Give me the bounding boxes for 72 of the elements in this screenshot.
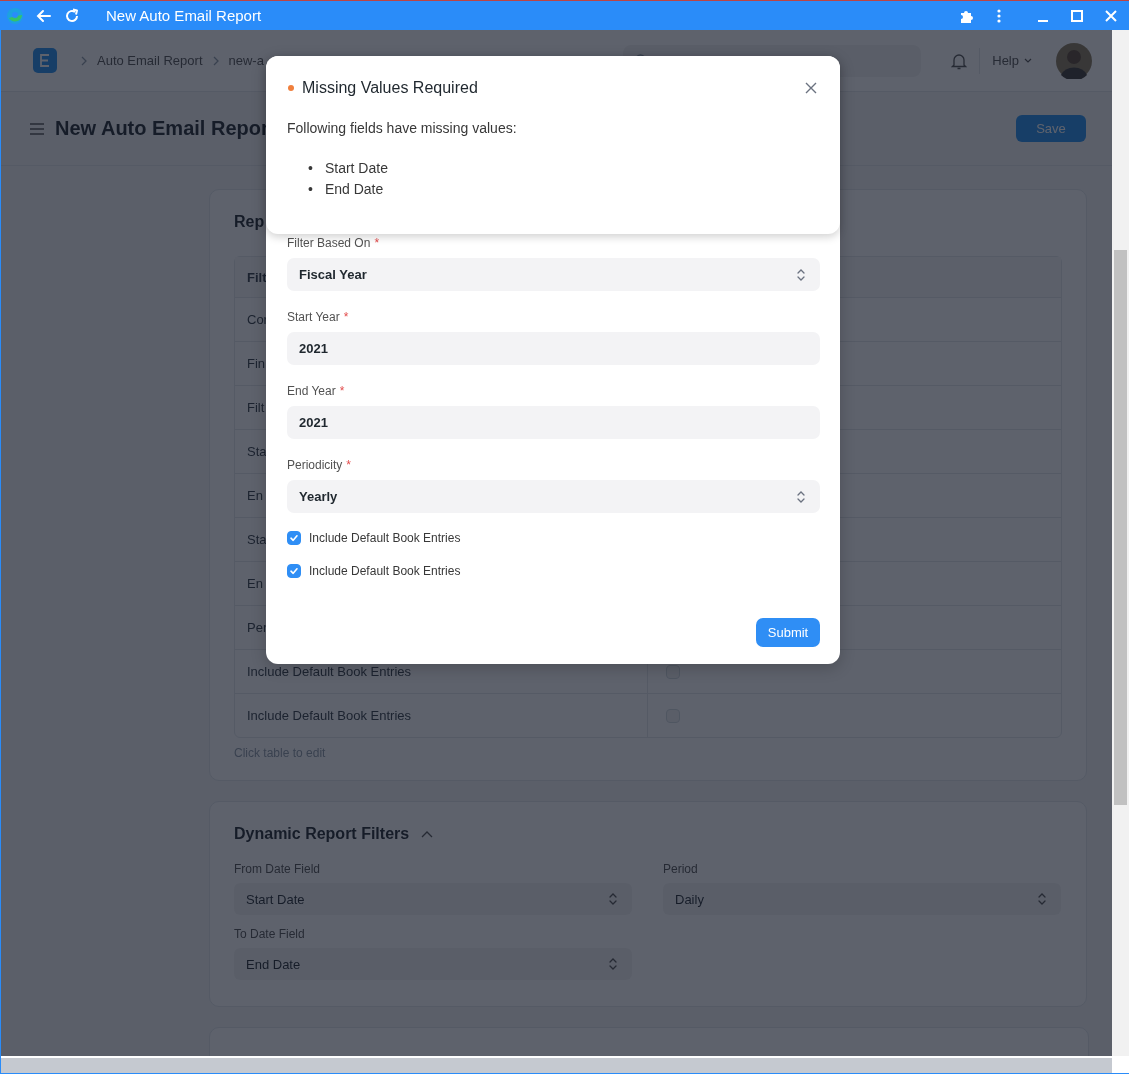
- field-label: From Date Field: [234, 862, 322, 876]
- checkmark-icon: [289, 533, 299, 543]
- table-cell: Filt: [247, 400, 265, 415]
- bullet: •: [308, 180, 313, 199]
- field-label: To Date Field: [234, 927, 306, 941]
- indicator-dot: [288, 85, 294, 91]
- chevron-right-icon: [212, 55, 219, 66]
- notification-bell-icon[interactable]: [951, 51, 968, 70]
- checkbox[interactable]: [287, 564, 301, 578]
- more-icon[interactable]: [997, 7, 1001, 24]
- checkmark-icon: [289, 566, 299, 576]
- caret-down-icon: [1024, 58, 1032, 63]
- required-mark: *: [346, 458, 352, 473]
- select-field[interactable]: Yearly: [287, 480, 820, 513]
- user-avatar[interactable]: [1056, 42, 1092, 79]
- list-item: Start Date: [324, 159, 388, 178]
- reload-icon[interactable]: [64, 7, 80, 24]
- select-field[interactable]: Start Date: [234, 883, 632, 915]
- input-field[interactable]: 2021: [287, 406, 820, 439]
- up-down-chevron-icon: [1037, 892, 1047, 906]
- table-cell: En: [247, 488, 263, 503]
- help-menu[interactable]: Help: [992, 53, 1032, 68]
- page-title: New Auto Email Repor: [55, 117, 269, 140]
- breadcrumb-link[interactable]: new-a: [228, 53, 264, 68]
- field-label: Periodicity: [287, 458, 343, 473]
- select-field[interactable]: Fiscal Year: [287, 258, 820, 291]
- chevron-right-icon: [81, 55, 87, 66]
- list-item: End Date: [324, 180, 384, 199]
- back-icon[interactable]: [36, 7, 52, 24]
- up-down-chevron-icon: [796, 489, 806, 504]
- dialog-title: Missing Values Required: [302, 79, 479, 97]
- vertical-scrollbar[interactable]: [1112, 30, 1129, 1056]
- up-down-chevron-icon: [608, 892, 618, 906]
- select-field[interactable]: End Date: [234, 948, 632, 980]
- field-label: Filter Based On: [287, 236, 371, 251]
- maximize-icon[interactable]: [1071, 9, 1083, 22]
- table-cell: Cor: [247, 312, 268, 327]
- checkbox-label: Include Default Book Entries: [309, 531, 461, 545]
- breadcrumb-link[interactable]: Auto Email Report: [97, 53, 203, 68]
- up-down-chevron-icon: [796, 267, 806, 282]
- required-mark: *: [339, 384, 345, 399]
- column-header: Filt: [247, 269, 267, 285]
- field-label: Period: [663, 862, 699, 876]
- save-button[interactable]: Save: [1016, 115, 1086, 142]
- table-cell: Sta: [247, 444, 267, 459]
- bullet: •: [308, 159, 313, 178]
- horizontal-scrollbar[interactable]: [1, 1058, 1112, 1073]
- window-title: New Auto Email Report: [106, 7, 263, 24]
- message-text: Following fields have missing values:: [287, 120, 518, 136]
- collapse-icon[interactable]: [421, 830, 434, 838]
- browser-logo-icon: [6, 6, 24, 25]
- close-icon[interactable]: [805, 82, 817, 94]
- table-cell: Fin: [247, 356, 266, 371]
- menu-icon[interactable]: [29, 121, 45, 136]
- submit-button[interactable]: Submit: [756, 618, 820, 647]
- field-label: Start Year: [287, 310, 340, 325]
- required-mark: *: [374, 236, 380, 251]
- checkbox[interactable]: [287, 531, 301, 545]
- table-cell: Per: [247, 620, 268, 635]
- required-mark: *: [343, 310, 349, 325]
- select-field[interactable]: Daily: [663, 883, 1061, 915]
- table-cell: En: [247, 576, 263, 591]
- checkbox-label: Include Default Book Entries: [309, 564, 461, 578]
- section-title: Dynamic Report Filters: [234, 825, 410, 843]
- up-down-chevron-icon: [608, 957, 618, 971]
- app-logo[interactable]: [33, 48, 57, 73]
- field-label: End Year: [287, 384, 336, 399]
- table-cell: Include Default Book Entries: [247, 664, 412, 679]
- section-title: Rep: [234, 213, 265, 231]
- input-field[interactable]: 2021: [287, 332, 820, 365]
- table-cell: Include Default Book Entries: [247, 708, 412, 723]
- table-cell: Sta: [247, 532, 267, 547]
